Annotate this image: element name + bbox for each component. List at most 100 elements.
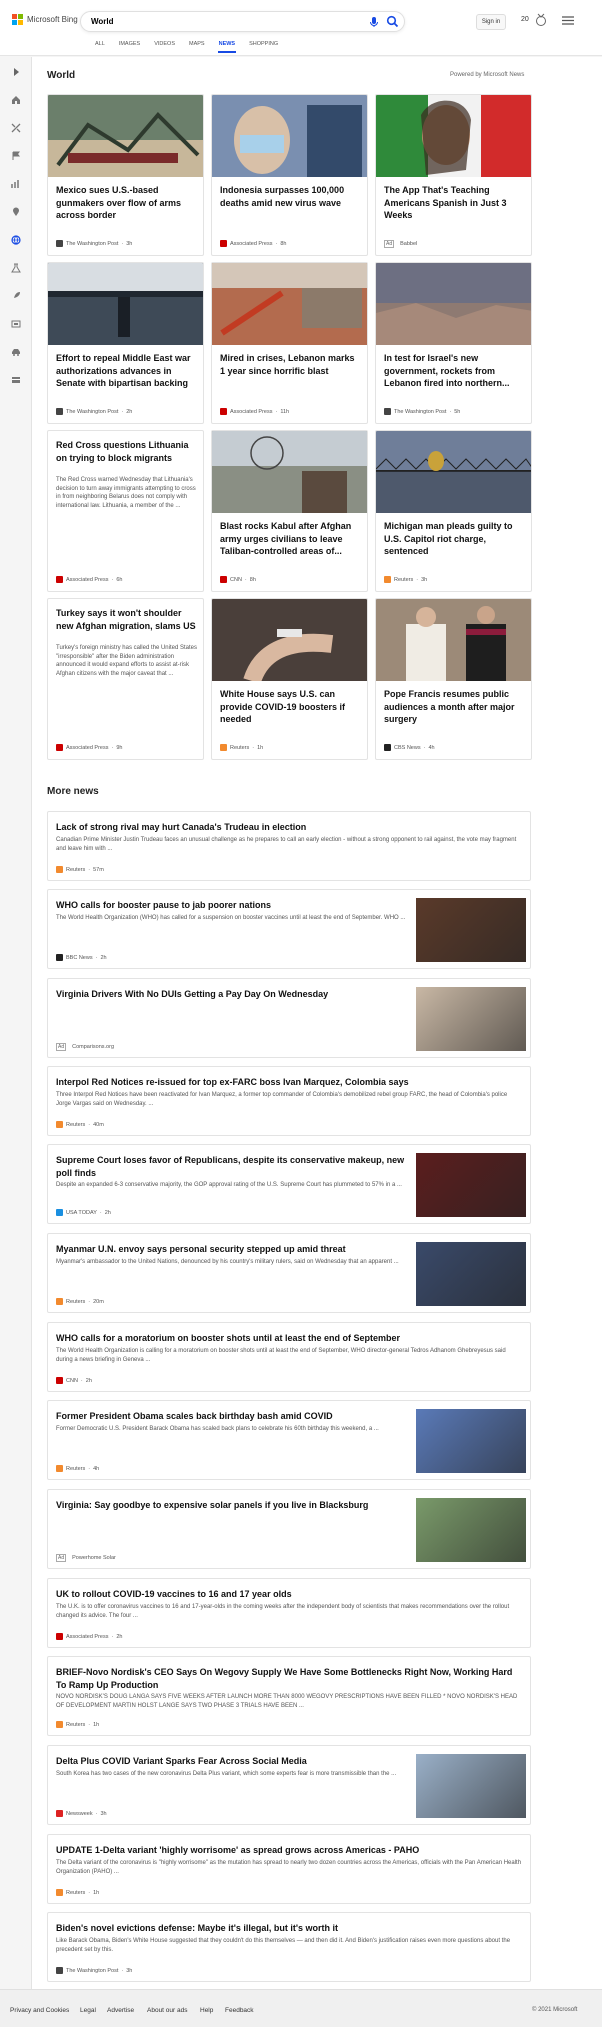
source-time: 20m: [93, 1298, 104, 1305]
row-title[interactable]: Supreme Court loses favor of Republicans…: [56, 1154, 406, 1179]
row-title[interactable]: BRIEF-Novo Nordisk's CEO Says On Wegovy …: [56, 1666, 522, 1691]
microphone-icon[interactable]: [369, 16, 379, 28]
news-card[interactable]: White House says U.S. can provide COVID-…: [211, 598, 368, 760]
tab-videos[interactable]: VIDEOS: [147, 40, 182, 54]
search-box[interactable]: [80, 11, 405, 32]
wallet-icon[interactable]: [11, 375, 21, 385]
news-row[interactable]: UK to rollout COVID-19 vaccines to 16 an…: [47, 1578, 531, 1648]
news-row[interactable]: Virginia: Say goodbye to expensive solar…: [47, 1489, 531, 1569]
row-title[interactable]: WHO calls for a moratorium on booster sh…: [56, 1332, 522, 1345]
news-row[interactable]: Former President Obama scales back birth…: [47, 1400, 531, 1480]
row-image: [416, 1242, 526, 1306]
news-row[interactable]: Myanmar U.N. envoy says personal securit…: [47, 1233, 531, 1313]
news-card[interactable]: Blast rocks Kabul after Afghan army urge…: [211, 430, 368, 592]
home-icon[interactable]: [11, 95, 21, 105]
rocket-icon[interactable]: [11, 291, 21, 301]
card-title[interactable]: Mexico sues U.S.-based gunmakers over fl…: [56, 184, 198, 222]
tab-images[interactable]: IMAGES: [112, 40, 147, 54]
news-row[interactable]: Lack of strong rival may hurt Canada's T…: [47, 811, 531, 881]
row-title[interactable]: Biden's novel evictions defense: Maybe i…: [56, 1922, 522, 1935]
rewards-points[interactable]: 20: [521, 16, 529, 23]
card-title[interactable]: Turkey says it won't shoulder new Afghan…: [56, 607, 198, 632]
sign-in-button[interactable]: Sign in: [476, 14, 506, 30]
row-title[interactable]: UK to rollout COVID-19 vaccines to 16 an…: [56, 1588, 522, 1601]
tab-maps[interactable]: MAPS: [182, 40, 212, 54]
news-row[interactable]: Delta Plus COVID Variant Sparks Fear Acr…: [47, 1745, 531, 1825]
car-icon[interactable]: [11, 347, 21, 357]
source-logo-icon: [56, 1298, 63, 1305]
news-card[interactable]: Michigan man pleads guilty to U.S. Capit…: [375, 430, 532, 592]
source-logo-icon: [384, 576, 391, 583]
news-card[interactable]: Red Cross questions Lithuania on trying …: [47, 430, 204, 592]
card-title[interactable]: Pope Francis resumes public audiences a …: [384, 688, 526, 726]
card-title[interactable]: White House says U.S. can provide COVID-…: [220, 688, 362, 726]
news-card[interactable]: Mexico sues U.S.-based gunmakers over fl…: [47, 94, 204, 256]
card-title[interactable]: Effort to repeal Middle East war authori…: [56, 352, 198, 390]
news-row[interactable]: Biden's novel evictions defense: Maybe i…: [47, 1912, 531, 1982]
chevron-right-icon[interactable]: [11, 67, 21, 77]
row-title[interactable]: Former President Obama scales back birth…: [56, 1410, 406, 1423]
row-title[interactable]: Virginia: Say goodbye to expensive solar…: [56, 1499, 406, 1512]
row-title[interactable]: UPDATE 1-Delta variant 'highly worrisome…: [56, 1844, 522, 1857]
news-card[interactable]: In test for Israel's new government, roc…: [375, 262, 532, 424]
news-card[interactable]: Mired in crises, Lebanon marks 1 year si…: [211, 262, 368, 424]
news-row[interactable]: UPDATE 1-Delta variant 'highly worrisome…: [47, 1834, 531, 1904]
flag-icon[interactable]: [11, 151, 21, 161]
tab-shopping[interactable]: SHOPPING: [242, 40, 285, 54]
row-summary: Three Interpol Red Notices have been rea…: [56, 1092, 508, 1107]
news-row[interactable]: Virginia Drivers With No DUIs Getting a …: [47, 978, 531, 1058]
sport-icon[interactable]: [11, 123, 21, 133]
card-title[interactable]: Michigan man pleads guilty to U.S. Capit…: [384, 520, 526, 558]
footer: Privacy and Cookies Legal Advertise Abou…: [0, 1989, 602, 2027]
news-image: [212, 263, 367, 345]
footer-link-advertise[interactable]: Advertise: [107, 2007, 134, 2014]
footer-link-help[interactable]: Help: [200, 2007, 213, 2014]
hamburger-menu-icon[interactable]: [562, 16, 574, 25]
source-name: Reuters: [66, 1465, 86, 1472]
search-input[interactable]: [91, 17, 361, 26]
film-icon[interactable]: [11, 319, 21, 329]
footer-link-about-ads[interactable]: About our ads: [147, 2007, 187, 2014]
footer-link-feedback[interactable]: Feedback: [225, 2007, 254, 2014]
science-icon[interactable]: [11, 263, 21, 273]
money-icon[interactable]: [11, 179, 21, 189]
card-title[interactable]: Red Cross questions Lithuania on trying …: [56, 439, 198, 464]
search-icon[interactable]: [386, 15, 399, 28]
row-title[interactable]: Virginia Drivers With No DUIs Getting a …: [56, 988, 406, 1001]
source-name: Reuters: [66, 866, 86, 873]
news-row[interactable]: WHO calls for booster pause to jab poore…: [47, 889, 531, 969]
card-title[interactable]: Blast rocks Kabul after Afghan army urge…: [220, 520, 362, 558]
bing-logo[interactable]: Microsoft Bing: [12, 14, 78, 25]
pin-icon[interactable]: [11, 207, 21, 217]
row-title[interactable]: Interpol Red Notices re-issued for top e…: [56, 1076, 522, 1089]
rewards-medal-icon[interactable]: [535, 13, 547, 27]
row-title[interactable]: Delta Plus COVID Variant Sparks Fear Acr…: [56, 1755, 406, 1768]
card-title[interactable]: Mired in crises, Lebanon marks 1 year si…: [220, 352, 362, 377]
news-row[interactable]: BRIEF-Novo Nordisk's CEO Says On Wegovy …: [47, 1656, 531, 1736]
card-title[interactable]: In test for Israel's new government, roc…: [384, 352, 526, 390]
row-title[interactable]: Myanmar U.N. envoy says personal securit…: [56, 1243, 406, 1256]
news-row[interactable]: Interpol Red Notices re-issued for top e…: [47, 1066, 531, 1136]
card-title[interactable]: Indonesia surpasses 100,000 deaths amid …: [220, 184, 362, 209]
news-card[interactable]: Pope Francis resumes public audiences a …: [375, 598, 532, 760]
news-card[interactable]: The App That's Teaching Americans Spanis…: [375, 94, 532, 256]
tab-news[interactable]: NEWS: [212, 40, 243, 54]
row-title[interactable]: WHO calls for booster pause to jab poore…: [56, 899, 406, 912]
row-title[interactable]: Lack of strong rival may hurt Canada's T…: [56, 821, 522, 834]
card-title[interactable]: The App That's Teaching Americans Spanis…: [384, 184, 526, 222]
news-row[interactable]: WHO calls for a moratorium on booster sh…: [47, 1322, 531, 1392]
row-source: The Washington Post · 3h: [56, 1967, 132, 1974]
news-card[interactable]: Turkey says it won't shoulder new Afghan…: [47, 598, 204, 760]
card-source: Reuters · 1h: [220, 744, 263, 751]
news-card[interactable]: Effort to repeal Middle East war authori…: [47, 262, 204, 424]
news-row[interactable]: Supreme Court loses favor of Republicans…: [47, 1144, 531, 1224]
separator: ·: [88, 1121, 91, 1128]
source-time: 3h: [100, 1810, 107, 1817]
footer-link-privacy[interactable]: Privacy and Cookies: [10, 2007, 69, 2014]
separator: ·: [80, 1377, 83, 1384]
row-summary: The World Health Organization (WHO) has …: [56, 915, 406, 921]
footer-link-legal[interactable]: Legal: [80, 2007, 96, 2014]
news-card[interactable]: Indonesia surpasses 100,000 deaths amid …: [211, 94, 368, 256]
tab-all[interactable]: ALL: [88, 40, 112, 54]
globe-icon[interactable]: [11, 235, 21, 245]
